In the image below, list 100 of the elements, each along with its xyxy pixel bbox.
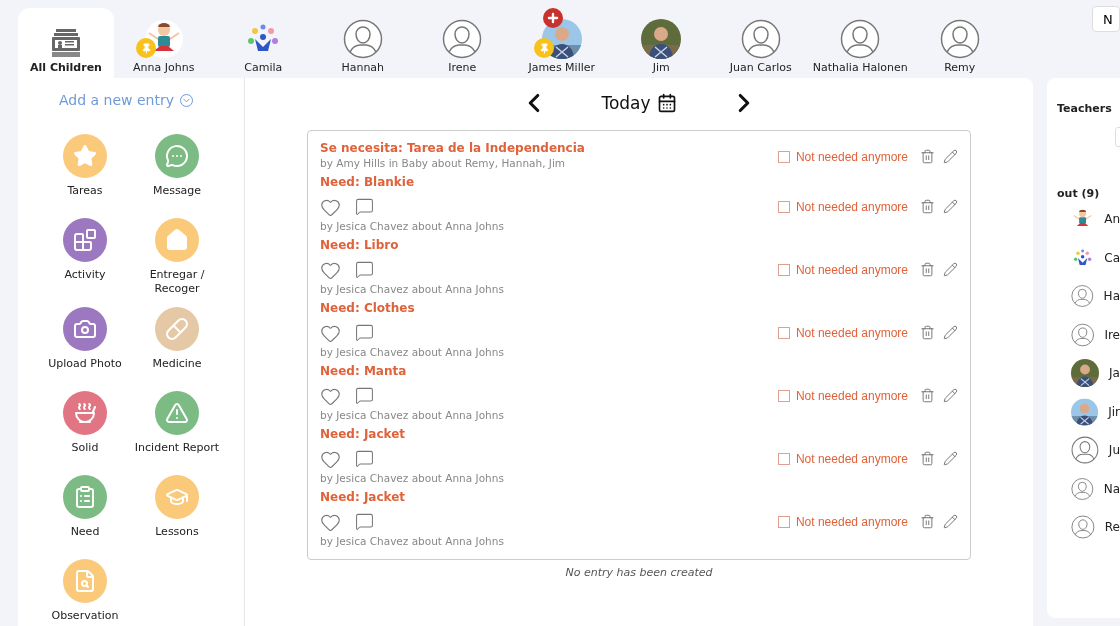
entry-title: Need: Clothes: [320, 301, 416, 315]
calendar-icon[interactable]: [656, 93, 677, 113]
entry-title: Need: Libro: [320, 238, 400, 252]
child-name[interactable]: Re: [1104, 520, 1120, 535]
person-silhouette-icon: [1071, 436, 1099, 465]
entry-type-button[interactable]: Lessons: [131, 474, 223, 549]
pencil-icon[interactable]: [943, 199, 958, 214]
not-needed-checkbox[interactable]: Not needed anymore: [777, 149, 908, 164]
comment-icon[interactable]: [355, 323, 374, 342]
entry-title: Se necesita: Tarea de la Independencia: [320, 141, 585, 155]
entry-byline: by Jesica Chavez about Anna Johns: [320, 535, 504, 547]
entry-type-button[interactable]: Upload Photo: [39, 306, 131, 381]
speech-bubble-icon: [165, 144, 189, 168]
child-tab[interactable]: Nathalia Halonen: [810, 8, 910, 76]
child-name[interactable]: Ja: [1109, 366, 1120, 381]
pencil-icon[interactable]: [943, 149, 958, 164]
child-tab[interactable]: Juan Carlos: [711, 8, 811, 76]
like-icon[interactable]: [320, 386, 341, 407]
person-silhouette-icon: [342, 19, 383, 59]
trash-icon[interactable]: [920, 262, 935, 277]
person-silhouette-icon: [740, 19, 781, 59]
entry-byline: by Jesica Chavez about Anna Johns: [320, 346, 504, 358]
pill-icon: [165, 316, 189, 341]
date-label: Today: [601, 93, 651, 113]
comment-icon[interactable]: [355, 197, 374, 216]
entry-type-button[interactable]: Activity: [39, 218, 131, 297]
letter-blocks-icon: [73, 228, 97, 252]
bowl-icon: [73, 400, 97, 425]
comment-icon[interactable]: [355, 512, 374, 531]
entry-byline: by Jesica Chavez about Anna Johns: [320, 472, 504, 484]
child-name[interactable]: Ju: [1108, 443, 1120, 458]
warning-icon: [165, 400, 189, 425]
clipboard-list-icon: [73, 484, 97, 509]
child-tab[interactable]: Jim: [611, 8, 711, 76]
child-name[interactable]: Ha: [1103, 289, 1120, 304]
entry-type-button[interactable]: Need: [39, 474, 131, 549]
comment-icon[interactable]: [355, 260, 374, 279]
pencil-icon[interactable]: [943, 325, 958, 340]
like-icon[interactable]: [320, 260, 341, 281]
entry-type-button[interactable]: Incident Report: [131, 390, 223, 465]
entry-type-button[interactable]: Entregar / Recoger: [131, 218, 223, 297]
comment-icon[interactable]: [355, 449, 374, 468]
children-folder-icon: [50, 27, 82, 59]
entry-title: Need: Jacket: [320, 427, 407, 441]
entry-type-button[interactable]: Medicine: [131, 306, 223, 381]
pencil-icon[interactable]: [943, 514, 958, 529]
child-tab[interactable]: Anna Johns: [114, 8, 214, 76]
not-needed-checkbox[interactable]: Not needed anymore: [777, 388, 908, 403]
child-name[interactable]: Ire: [1104, 327, 1120, 342]
like-icon[interactable]: [320, 512, 341, 533]
entry-type-button[interactable]: Observation: [39, 558, 131, 626]
child-name[interactable]: An: [1104, 212, 1120, 227]
like-icon[interactable]: [320, 449, 341, 470]
trash-icon[interactable]: [920, 514, 935, 529]
document-search-icon: [73, 568, 97, 593]
entry-byline: by Jesica Chavez about Anna Johns: [320, 220, 504, 232]
pencil-icon[interactable]: [943, 451, 958, 466]
comment-icon[interactable]: [355, 386, 374, 405]
like-icon[interactable]: [320, 197, 341, 218]
house-icon: [165, 228, 189, 252]
child-tab[interactable]: Hannah: [313, 8, 413, 76]
person-silhouette-icon: [939, 19, 980, 59]
child-tab[interactable]: All Children: [18, 8, 114, 78]
not-needed-checkbox[interactable]: Not needed anymore: [777, 199, 908, 214]
like-icon[interactable]: [320, 323, 341, 344]
child-tab[interactable]: Irene: [412, 8, 512, 76]
not-needed-checkbox[interactable]: Not needed anymore: [777, 514, 908, 529]
entry-title: Need: Blankie: [320, 175, 416, 189]
child-name[interactable]: Jir: [1108, 404, 1120, 419]
trash-icon[interactable]: [920, 388, 935, 403]
pencil-icon[interactable]: [943, 262, 958, 277]
entry-type-button[interactable]: Solid: [39, 390, 131, 465]
person-silhouette-icon: [1071, 513, 1095, 542]
child-tab[interactable]: Remy: [910, 8, 1010, 76]
out-label: out (9): [1057, 187, 1101, 200]
child-tab[interactable]: Camila: [213, 8, 313, 76]
child-name[interactable]: Ca: [1104, 250, 1120, 265]
person-silhouette-icon: [442, 19, 483, 59]
not-needed-checkbox[interactable]: Not needed anymore: [777, 451, 908, 466]
entry-title: Need: Jacket: [320, 490, 407, 504]
child-name[interactable]: Na: [1103, 481, 1120, 496]
trash-icon[interactable]: [920, 199, 935, 214]
entry-byline: by Jesica Chavez about Anna Johns: [320, 283, 504, 295]
pencil-icon[interactable]: [943, 388, 958, 403]
entry-type-button[interactable]: Message: [131, 134, 223, 208]
entry-byline: by Jesica Chavez about Anna Johns: [320, 409, 504, 421]
entry-type-button[interactable]: Tareas: [39, 134, 131, 208]
entry-title: Need: Manta: [320, 364, 408, 378]
person-silhouette-icon: [840, 19, 881, 59]
not-needed-checkbox[interactable]: Not needed anymore: [777, 325, 908, 340]
entry-byline: by Amy Hills in Baby about Remy, Hannah, Jim: [320, 157, 567, 169]
trash-icon[interactable]: [920, 325, 935, 340]
trash-icon[interactable]: [920, 149, 935, 164]
teachers-label: Teachers: [1057, 102, 1113, 115]
trash-icon[interactable]: [920, 451, 935, 466]
corner-button[interactable]: N: [1092, 6, 1120, 32]
child-tab[interactable]: James Miller: [512, 8, 612, 76]
empty-note: No entry has been created: [565, 566, 713, 579]
not-needed-checkbox[interactable]: Not needed anymore: [777, 262, 908, 277]
star-icon: [73, 144, 97, 168]
